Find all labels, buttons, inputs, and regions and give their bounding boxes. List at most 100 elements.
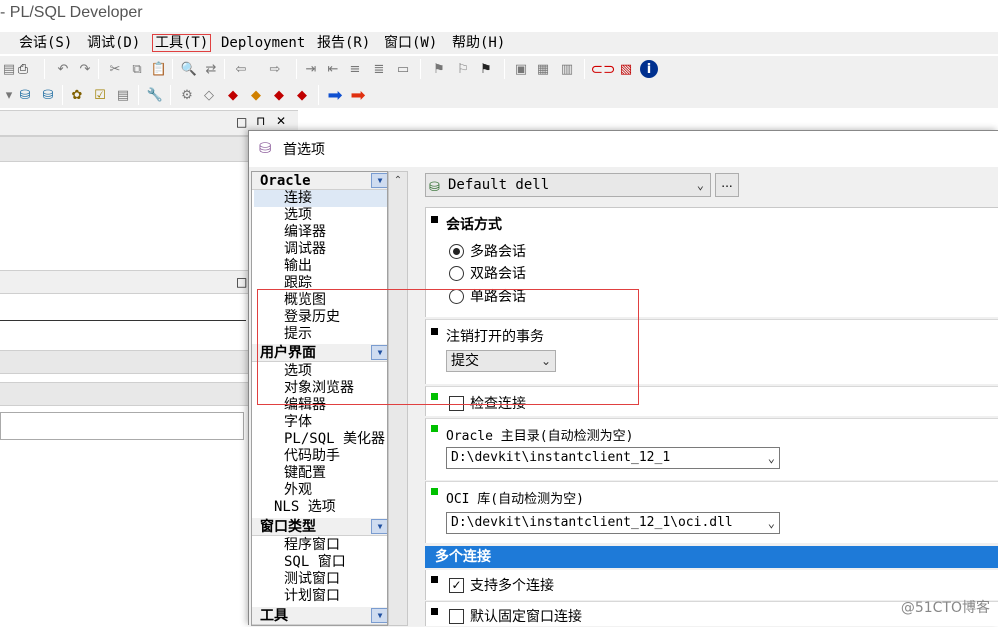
forward-icon[interactable]: ⇨ xyxy=(266,60,284,78)
collapse-icon[interactable]: ▼ xyxy=(371,519,388,534)
collapse-icon[interactable]: ▼ xyxy=(371,173,388,188)
section-marker xyxy=(431,576,438,583)
tree-group-tools[interactable]: 工具 ▼ xyxy=(252,607,388,625)
panel-input[interactable] xyxy=(0,412,244,440)
window-list-icon[interactable]: ▣ xyxy=(512,60,530,78)
multi-connection-header: 多个连接 xyxy=(425,546,998,568)
redo-icon[interactable]: ↷ xyxy=(76,60,94,78)
radio-multi-session[interactable]: 多路会话 xyxy=(448,242,526,262)
copy-icon[interactable]: ⧉ xyxy=(128,60,146,78)
oracle-home-input[interactable]: D:\devkit\instantclient_12_1 ⌄ xyxy=(446,447,780,469)
chevron-down-icon: ⌄ xyxy=(697,174,704,196)
tree-item-code-assistant[interactable]: 代码助手 xyxy=(284,448,340,465)
radio-dot xyxy=(453,248,460,255)
toolbar-separator xyxy=(44,59,45,79)
check-doc-icon[interactable]: ☑ xyxy=(91,86,109,104)
pin-icon[interactable]: ⊓ xyxy=(256,114,265,128)
toolbar-separator xyxy=(170,85,171,105)
default-fixed-connection-checkbox[interactable]: 默认固定窗口连接 xyxy=(448,607,582,627)
minimize-icon[interactable]: □ xyxy=(236,115,247,129)
menu-reports[interactable]: 报告(R) xyxy=(315,34,372,52)
menu-tools[interactable]: 工具(T) xyxy=(152,34,211,52)
radio-circle xyxy=(449,244,464,259)
tree-item-output[interactable]: 输出 xyxy=(284,258,312,275)
menu-debug[interactable]: 调试(D) xyxy=(85,34,142,52)
format-icon[interactable]: ▭ xyxy=(394,60,412,78)
indent-icon[interactable]: ⇥ xyxy=(302,60,320,78)
paste-icon[interactable]: 📋 xyxy=(150,60,168,78)
connection-select[interactable]: ⛁ Default dell ⌄ xyxy=(425,173,711,197)
tree-group-window-types[interactable]: 窗口类型 ▼ xyxy=(252,518,388,536)
checkbox-box: ✓ xyxy=(449,578,464,593)
maximize-icon[interactable]: □ xyxy=(236,275,247,289)
session-mode-title: 会话方式 xyxy=(446,214,502,234)
replace-icon[interactable]: ⇄ xyxy=(202,60,220,78)
multi-connection-section: ✓ 支持多个连接 xyxy=(425,570,998,600)
tree-item-test-window[interactable]: 测试窗口 xyxy=(284,571,340,588)
info-icon[interactable]: i xyxy=(640,60,658,78)
toolbar-separator xyxy=(318,85,319,105)
menu-session[interactable]: 会话(S) xyxy=(17,34,74,52)
oci-library-title: OCI 库(自动检测为空) xyxy=(446,488,584,507)
unindent-icon[interactable]: ⇤ xyxy=(324,60,342,78)
collapse-icon[interactable]: ▼ xyxy=(371,608,388,623)
gem-down-icon[interactable]: ◆ xyxy=(270,86,288,104)
tools-icon[interactable]: ✿ xyxy=(68,86,86,104)
gem-yellow-icon[interactable]: ◆ xyxy=(247,86,265,104)
uncomment-icon[interactable]: ≣ xyxy=(370,60,388,78)
gem-check-icon[interactable]: ◆ xyxy=(293,86,311,104)
comment-icon[interactable]: ≡ xyxy=(346,60,364,78)
arrow-right-blue-icon[interactable]: ➡ xyxy=(326,86,344,104)
cascade-icon[interactable]: ▥ xyxy=(558,60,576,78)
tree-item-beautifier[interactable]: PL/SQL 美化器 xyxy=(284,431,385,448)
tree-item-program-window[interactable]: 程序窗口 xyxy=(284,537,340,554)
highlight-box xyxy=(257,289,639,405)
radio-dual-session[interactable]: 双路会话 xyxy=(448,264,526,284)
bookmark-clear-icon[interactable]: ⚑ xyxy=(477,60,495,78)
toolbar-separator xyxy=(98,59,99,79)
tree-item-appearance[interactable]: 外观 xyxy=(284,482,312,499)
dialog-title: 首选项 xyxy=(283,139,325,159)
arrow-right-red-icon[interactable]: ➡ xyxy=(349,86,367,104)
oci-library-input[interactable]: D:\devkit\instantclient_12_1\oci.dll ⌄ xyxy=(446,512,780,534)
doc-icon[interactable]: ▤ xyxy=(114,86,132,104)
browse-button[interactable]: ... xyxy=(715,173,739,197)
toolbar-separator xyxy=(224,59,225,79)
toolbar-secondary: ▾ ⛁ ⛁ ✿ ☑ ▤ 🔧 ⚙ ◇ ◆ ◆ ◆ ◆ ➡ ➡ xyxy=(0,82,998,108)
tree-item-connection[interactable]: 连接 xyxy=(254,190,387,207)
tree-item-sql-window[interactable]: SQL 窗口 xyxy=(284,554,346,571)
execute-icon[interactable]: ⚙ xyxy=(178,86,196,104)
wrench-icon[interactable]: 🔧 xyxy=(146,86,164,104)
back-icon[interactable]: ⇦ xyxy=(232,60,250,78)
oracle-icon[interactable]: ⊂⊃ xyxy=(594,60,612,78)
scroll-up-icon[interactable]: ⌃ xyxy=(389,172,407,190)
menu-deployment[interactable]: Deployment xyxy=(219,34,307,52)
tree-group-oracle[interactable]: Oracle ▼ xyxy=(252,172,388,190)
cut-icon[interactable]: ✂ xyxy=(106,60,124,78)
printer-icon[interactable]: ⎙ xyxy=(14,60,32,78)
menu-help[interactable]: 帮助(H) xyxy=(450,34,507,52)
tile-icon[interactable]: ▦ xyxy=(534,60,552,78)
toolbar-separator xyxy=(584,59,585,79)
disconnect-icon[interactable]: ⛁ xyxy=(39,86,57,104)
tree-item-font[interactable]: 字体 xyxy=(284,414,312,431)
checkbox-box xyxy=(449,609,464,624)
tree-item-key-config[interactable]: 键配置 xyxy=(284,465,326,482)
find-icon[interactable]: 🔍 xyxy=(180,60,198,78)
tree-item-debugger[interactable]: 调试器 xyxy=(284,241,326,258)
undo-icon[interactable]: ↶ xyxy=(54,60,72,78)
menu-window[interactable]: 窗口(W) xyxy=(382,34,439,52)
gem-red-icon[interactable]: ◆ xyxy=(224,86,242,104)
pdf-icon[interactable]: ▧ xyxy=(617,60,635,78)
connect-icon[interactable]: ⛁ xyxy=(16,86,34,104)
support-multi-connection-checkbox[interactable]: ✓ 支持多个连接 xyxy=(448,576,554,596)
tree-item-plan-window[interactable]: 计划窗口 xyxy=(284,588,340,605)
tree-item-compiler[interactable]: 编译器 xyxy=(284,224,326,241)
menu-bar: 会话(S) 调试(D) 工具(T) Deployment 报告(R) 窗口(W)… xyxy=(0,32,998,54)
bookmark-next-icon[interactable]: ⚐ xyxy=(454,60,472,78)
tree-item-nls-options[interactable]: NLS 选项 xyxy=(274,499,336,516)
tree-item-options[interactable]: 选项 xyxy=(284,207,312,224)
close-icon[interactable]: ✕ xyxy=(276,114,286,128)
eraser-icon[interactable]: ◇ xyxy=(200,86,218,104)
bookmark-icon[interactable]: ⚑ xyxy=(430,60,448,78)
